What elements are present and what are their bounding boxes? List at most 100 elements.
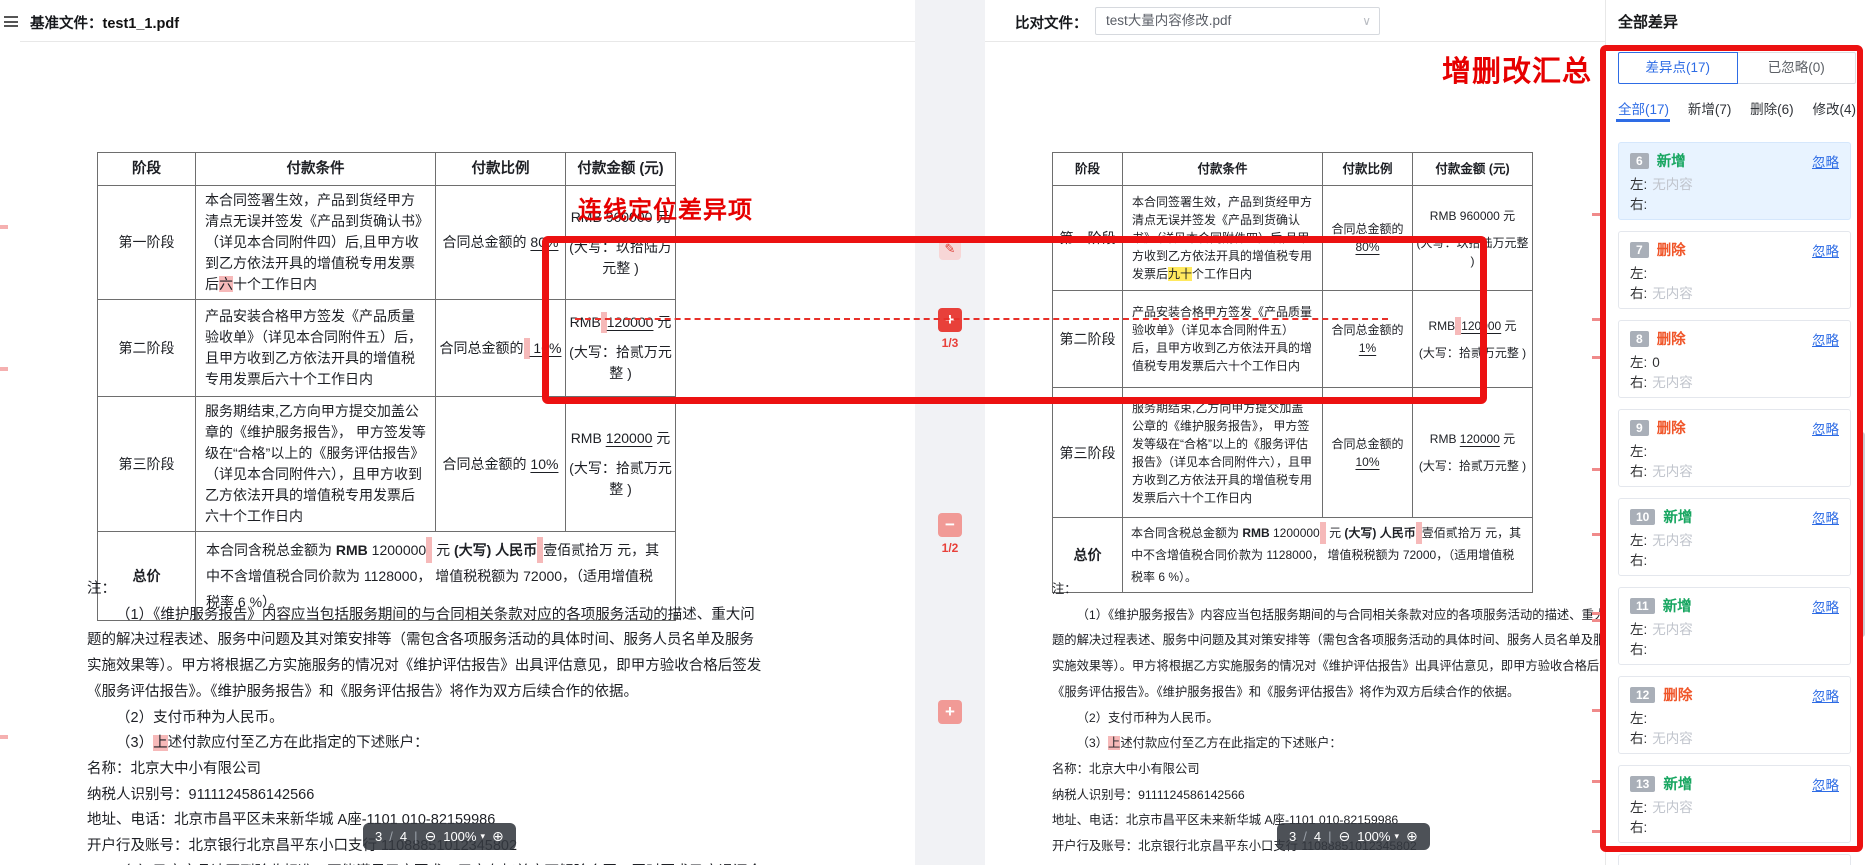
diff-number-badge: 8 [1630, 331, 1649, 347]
filter-added[interactable]: 新增(7) [1688, 98, 1732, 118]
zoom-in-icon[interactable]: ⊕ [1406, 828, 1418, 845]
amount-2-right: RMB 120000 元(大写：拾贰万元整 ) [1413, 291, 1533, 388]
tab-diff-points[interactable]: 差异点(17) [1618, 52, 1738, 84]
zoom-caret-icon[interactable]: ▾ [1394, 831, 1399, 842]
ignore-link[interactable]: 忽略 [1812, 596, 1839, 616]
ignore-link[interactable]: 忽略 [1812, 329, 1839, 349]
diff-type-label: 删除 [1657, 417, 1686, 438]
note-1: （1）《维护服务报告》内容应当包括服务期间的与合同相关条款对应的各项服务活动的描… [87, 603, 767, 706]
ignore-link[interactable]: 忽略 [1812, 685, 1839, 705]
filter-deleted[interactable]: 删除(6) [1750, 98, 1794, 118]
notes-label: 注： [87, 577, 767, 603]
ignore-link[interactable]: 忽略 [1812, 774, 1839, 794]
sidebar-scrollbar[interactable] [1859, 432, 1865, 637]
stage-1: 第一阶段 [98, 186, 196, 300]
added-char-highlight: 九 [1168, 267, 1180, 281]
annotation-connector-label: 连线定位差异项 [578, 190, 753, 225]
diff-card-line: 右: [1630, 195, 1839, 215]
zoom-caret-icon[interactable]: ▾ [480, 831, 485, 842]
diff-card[interactable]: 9删除忽略左:右:无内容 [1618, 409, 1851, 487]
compare-document-pane: 比对文件： test大量内容修改.pdf ∨ 阶段 付款条件 付款比例 付款金额… [985, 0, 1605, 865]
ignore-link[interactable]: 忽略 [1812, 418, 1839, 438]
condition-1-right: 本合同签署生效，产品到货经甲方清点无误并签发《产品到货确认书》（详见本合同附件四… [1123, 186, 1323, 291]
compare-document: 阶段 付款条件 付款比例 付款金额 (元) 第一阶段 本合同签署生效，产品到货经… [985, 42, 1605, 865]
diff-marker-tick [1592, 533, 1604, 536]
doc-notes-left: 注： （1）《维护服务报告》内容应当包括服务期间的与合同相关条款对应的各项服务活… [87, 577, 767, 865]
account-name: 名称：北京大中小有限公司 [87, 757, 767, 783]
diff-type-label: 新增 [1663, 506, 1692, 527]
doc-notes-right: 注： （1）《维护服务报告》内容应当包括服务期间的与合同相关条款对应的各项服务活… [1052, 577, 1605, 865]
diff-card-line: 左: [1630, 442, 1839, 462]
filter-all[interactable]: 全部(17) [1618, 98, 1669, 118]
diff-marker-tick [1592, 780, 1604, 783]
stage-3: 第三阶段 [98, 397, 196, 532]
diff-marker-tick [1592, 213, 1604, 216]
ratio-3-left: 合同总金额的 10% [436, 397, 566, 532]
add-diff-icon-2[interactable]: + [938, 700, 962, 724]
add-diff-icon[interactable]: + [938, 308, 962, 332]
diff-marker-tick [1592, 612, 1604, 615]
base-file-label: 基准文件：test1_1.pdf [30, 12, 179, 33]
tab-ignored[interactable]: 已忽略(0) [1738, 52, 1857, 84]
zoom-out-icon[interactable]: ⊖ [424, 828, 436, 845]
diff-card[interactable]: 7删除忽略左:右:无内容 [1618, 231, 1851, 309]
condition-2-left: 产品安装合格甲方签发《产品质量验收单》（详见本合同附件五）后，且甲方收到乙方依法… [196, 300, 436, 397]
diff-card-line: 左:无内容 [1630, 798, 1839, 818]
diff-type-label: 删除 [1657, 328, 1686, 349]
diff-type-label: 删除 [1657, 239, 1686, 260]
delete-diff-icon[interactable]: − [938, 513, 962, 537]
diff-card[interactable]: 14新增忽略左:无内容右: [1618, 854, 1851, 865]
deleted-char-highlight: 上 [153, 735, 168, 751]
zoom-level[interactable]: 100% [1357, 829, 1390, 844]
diff-card[interactable]: 13新增忽略左:无内容右: [1618, 765, 1851, 843]
diff-marker-tick-left [0, 735, 8, 739]
compare-file-select[interactable]: test大量内容修改.pdf ∨ [1095, 7, 1380, 35]
col-ratio: 付款比例 [436, 153, 566, 186]
zoom-level[interactable]: 100% [443, 829, 476, 844]
total-pages: 4 [400, 829, 407, 844]
zoom-out-icon[interactable]: ⊖ [1338, 828, 1350, 845]
diff-marker-tick [1592, 709, 1604, 712]
note-3: （3）上述付款应付至乙方在此指定的下述账户： [87, 731, 767, 757]
diff-marker-tick-left [0, 367, 8, 371]
diff-number-badge: 13 [1630, 776, 1655, 792]
account-tax-id: 纳税人识别号：9111124586142566 [87, 783, 767, 809]
diff-card[interactable]: 10新增忽略左:无内容右: [1618, 498, 1851, 576]
ratio-2-right: 合同总金额的 1% [1323, 291, 1413, 388]
diff-connector-line [575, 318, 1388, 320]
diff-card-line: 右:无内容 [1630, 729, 1839, 749]
diff-card[interactable]: 8删除忽略左:0右:无内容 [1618, 320, 1851, 398]
diff-type-label: 删除 [1663, 684, 1692, 705]
payment-table-right: 阶段 付款条件 付款比例 付款金额 (元) 第一阶段 本合同签署生效，产品到货经… [1052, 152, 1533, 593]
diff-card[interactable]: 6新增忽略左:无内容右: [1618, 142, 1851, 220]
deleted-char-highlight: 上 [1108, 736, 1120, 750]
modify-diff-icon[interactable]: ✎ [939, 238, 961, 260]
diff-card[interactable]: 11新增忽略左:无内容右: [1618, 587, 1851, 665]
ignore-link[interactable]: 忽略 [1812, 151, 1839, 171]
added-char-highlight: 十 [1180, 267, 1192, 281]
ratio-3-right: 合同总金额的 10% [1323, 388, 1413, 518]
ignore-link[interactable]: 忽略 [1812, 240, 1839, 260]
amount-3-right: RMB 120000 元(大写：拾贰万元整 ) [1413, 388, 1533, 518]
diff-type-label: 新增 [1663, 773, 1692, 794]
diff-card-line: 右: [1630, 640, 1839, 660]
sidebar-title: 全部差异 [1618, 11, 1678, 32]
ignore-link[interactable]: 忽略 [1812, 507, 1839, 527]
zoom-in-icon[interactable]: ⊕ [492, 828, 504, 845]
filter-modified[interactable]: 修改(4) [1813, 98, 1857, 118]
diff-card-line: 左:无内容 [1630, 175, 1839, 195]
diff-card[interactable]: 12删除忽略左:右:无内容 [1618, 676, 1851, 754]
diff-number-badge: 7 [1630, 242, 1649, 258]
compare-file-name: test大量内容修改.pdf [1106, 13, 1231, 28]
menu-icon[interactable] [4, 16, 18, 27]
delete-diff-counter: 1/2 [915, 541, 985, 555]
page-toolbar-left: 3 / 4 | ⊖ 100% ▾ ⊕ [363, 823, 516, 850]
col-amount: 付款金额 (元) [566, 153, 676, 186]
total-pages: 4 [1314, 829, 1321, 844]
base-file-name: test1_1.pdf [103, 16, 180, 32]
note-2: （2）支付币种为人民币。 [87, 706, 767, 732]
diff-card-line: 左:0 [1630, 353, 1839, 373]
note-4: （4）乙方产品达不到验收标准，不能满足甲方要求，甲方有权单方面解除合同，同时要求… [87, 860, 767, 865]
diff-type-label: 新增 [1663, 595, 1692, 616]
condition-3-left: 服务期结束,乙方向甲方提交加盖公章的《维护服务报告》， 甲方签发等级在“合格”以… [196, 397, 436, 532]
